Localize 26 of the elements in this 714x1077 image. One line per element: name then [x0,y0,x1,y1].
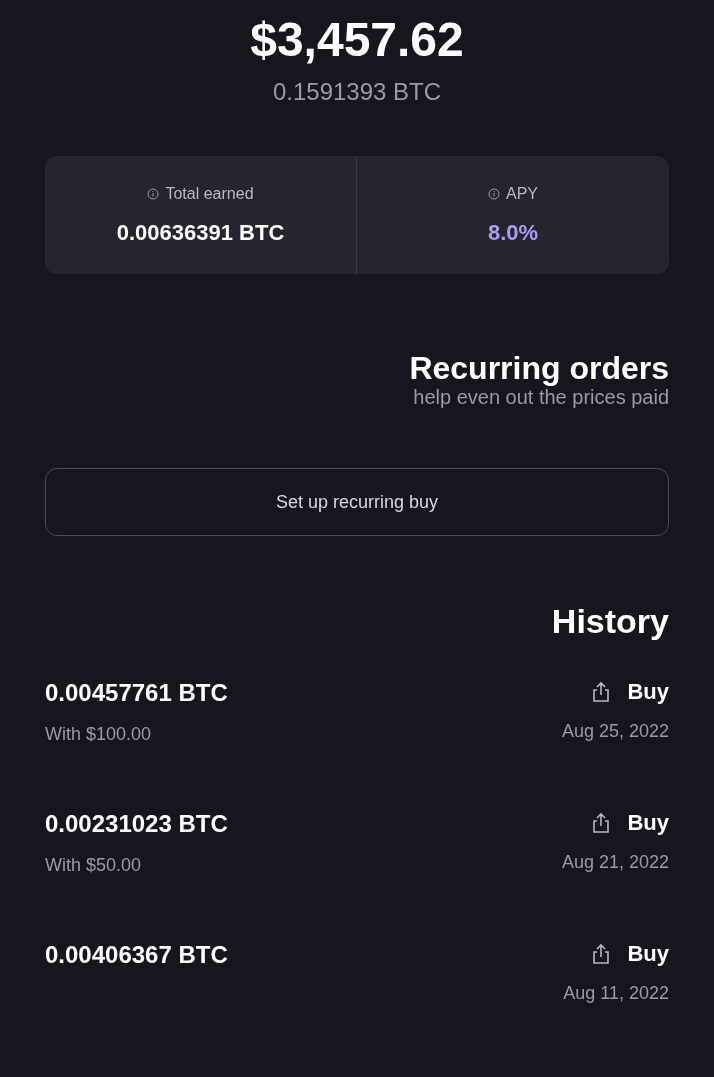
history-paid: With $100.00 [45,723,153,746]
stat-label: Total earned [165,183,254,204]
share-icon[interactable] [591,942,612,965]
info-icon [488,187,500,200]
history-type: Buy [627,940,669,968]
history-type: Buy [627,678,669,706]
section-title: History [550,601,669,642]
history-date: Aug 25, 2022 [561,720,669,743]
balance-amount: $3,457.62 [250,12,464,68]
history-amount: 0.00457761 BTC [45,678,228,708]
history-paid: With $50.00 [45,854,143,877]
history-date: Aug 21, 2022 [561,851,669,874]
stat-label: APY [506,183,538,204]
section-title: Recurring orders [409,350,669,386]
stat-value: 8.0% [487,218,539,247]
history-amount: 0.00231023 BTC [45,809,228,839]
history-type: Buy [627,809,669,837]
section-subtitle: help even out the prices paid [413,386,669,408]
history-date: Aug 11, 2022 [563,982,669,1005]
stat-value: 0.00636391 BTC [116,218,285,247]
info-icon [147,187,160,200]
share-icon[interactable] [591,811,612,834]
share-icon[interactable] [591,680,612,703]
history-amount: 0.00406367 BTC [45,940,228,970]
recurring-buy-button[interactable]: Set up recurring buy [45,468,669,536]
balance-crypto: 0.1591393 BTC [272,77,442,107]
